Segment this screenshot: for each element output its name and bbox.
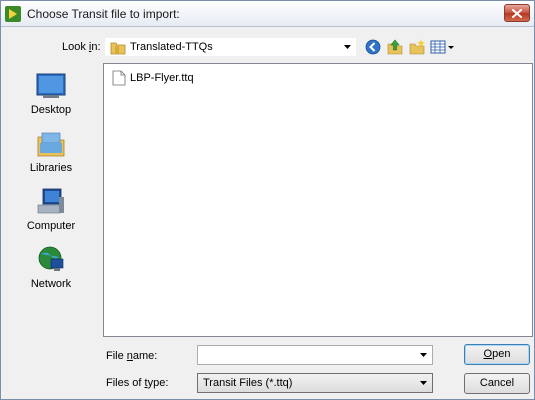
place-computer[interactable]: Computer bbox=[5, 187, 97, 239]
libraries-icon bbox=[37, 132, 65, 157]
place-label-libraries: Libraries bbox=[29, 162, 73, 174]
look-in-value: Translated-TTQs bbox=[130, 41, 213, 53]
up-folder-icon[interactable] bbox=[386, 38, 404, 56]
look-in-label-pre: Look bbox=[62, 41, 89, 53]
open-button-key: O bbox=[483, 348, 493, 360]
folder-icon bbox=[110, 42, 126, 55]
back-icon[interactable] bbox=[364, 38, 382, 56]
file-name-combo[interactable] bbox=[197, 345, 433, 365]
cancel-button[interactable]: Cancel bbox=[464, 373, 530, 394]
view-menu-icon[interactable] bbox=[430, 38, 456, 56]
look-in-label: Look in: bbox=[62, 41, 101, 53]
chevron-down-icon bbox=[344, 45, 351, 49]
computer-icon bbox=[37, 188, 64, 214]
window-title: Choose Transit file to import: bbox=[27, 7, 180, 21]
places-bar: Desktop Libraries Computer Network bbox=[5, 61, 97, 337]
desktop-icon bbox=[36, 73, 66, 98]
file-type-label-pre: Files of bbox=[106, 377, 145, 389]
place-label-network: Network bbox=[30, 278, 72, 290]
place-libraries[interactable]: Libraries bbox=[5, 129, 97, 181]
place-label-desktop: Desktop bbox=[30, 104, 72, 116]
file-name-label-pre: File bbox=[106, 350, 127, 362]
look-in-dropdown[interactable]: Translated-TTQs bbox=[104, 37, 357, 57]
transit-app-icon bbox=[5, 6, 21, 22]
open-button-label: pen bbox=[492, 348, 511, 360]
place-label-computer: Computer bbox=[26, 220, 76, 232]
open-button[interactable]: Open bbox=[464, 344, 530, 365]
close-button[interactable] bbox=[504, 4, 530, 22]
file-type-label: Files of type: bbox=[106, 377, 168, 389]
file-name: LBP-Flyer.ttq bbox=[130, 72, 194, 84]
file-open-dialog: Choose Transit file to import: Look in: … bbox=[0, 0, 535, 400]
file-name-label-post: ame: bbox=[132, 350, 158, 362]
chevron-down-icon[interactable] bbox=[420, 353, 427, 357]
chevron-down-icon bbox=[420, 381, 427, 385]
file-name-label: File name: bbox=[106, 350, 157, 362]
close-icon bbox=[512, 8, 522, 18]
place-network[interactable]: Network bbox=[5, 245, 97, 297]
file-type-label-post: ype: bbox=[147, 377, 169, 389]
file-type-dropdown[interactable]: Transit Files (*.ttq) bbox=[197, 373, 433, 393]
place-desktop[interactable]: Desktop bbox=[5, 71, 97, 123]
file-type-value: Transit Files (*.ttq) bbox=[203, 377, 293, 389]
file-list[interactable]: LBP-Flyer.ttq bbox=[103, 63, 533, 337]
document-icon bbox=[112, 70, 126, 86]
network-icon bbox=[38, 246, 64, 271]
title-bar: Choose Transit file to import: bbox=[1, 1, 534, 27]
look-in-label-post: n: bbox=[91, 41, 101, 53]
new-folder-icon[interactable] bbox=[408, 38, 426, 56]
